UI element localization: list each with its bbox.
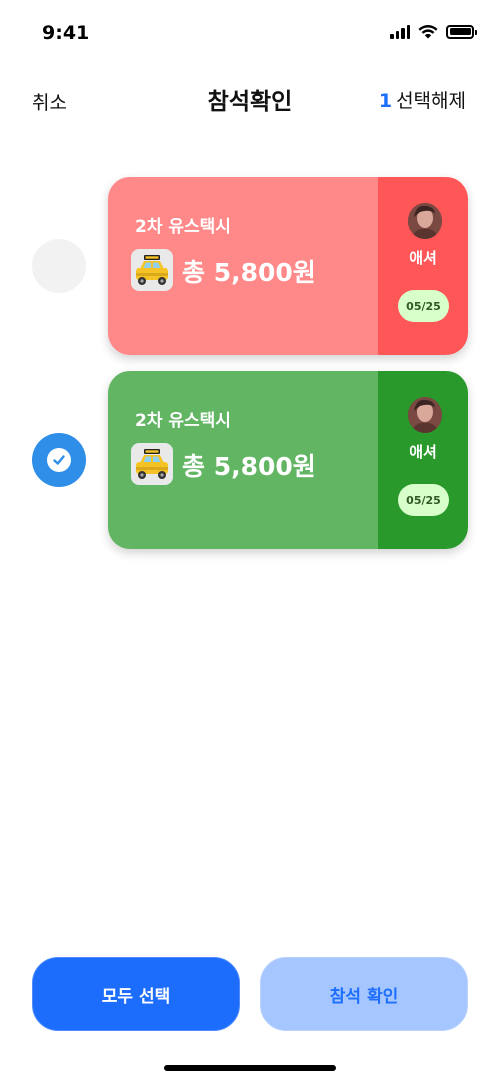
card-side: 애셔 05/25 — [378, 371, 468, 549]
card-title: 2차 유스택시 — [135, 217, 231, 237]
date-badge: 05/25 — [398, 290, 449, 322]
taxi-icon — [131, 249, 173, 291]
select-radio-unchecked[interactable] — [32, 239, 86, 293]
select-radio-checked[interactable] — [32, 433, 86, 487]
status-time: 9:41 — [42, 22, 90, 44]
list-item: 2차 유스택시 총 5,800원 애셔 05/25 — [0, 177, 500, 355]
card-main: 2차 유스택시 총 5,800원 — [108, 371, 378, 549]
avatar — [408, 397, 442, 433]
selected-count: 1 — [378, 90, 393, 112]
status-bar: 9:41 — [0, 0, 500, 66]
event-card[interactable]: 2차 유스택시 총 5,800원 애셔 05/25 — [108, 371, 468, 549]
host-name: 애셔 — [409, 249, 437, 267]
avatar — [408, 203, 442, 239]
home-indicator — [164, 1065, 336, 1071]
status-icons — [390, 24, 477, 39]
confirm-attendance-button[interactable]: 참석 확인 — [260, 957, 468, 1031]
card-amount: 총 5,800원 — [182, 452, 316, 481]
card-main: 2차 유스택시 총 5,800원 — [108, 177, 378, 355]
wifi-icon — [418, 25, 438, 39]
deselect-label: 선택해제 — [396, 90, 466, 112]
select-all-button[interactable]: 모두 선택 — [32, 957, 240, 1031]
header: 취소 참석확인 1 선택해제 — [0, 80, 500, 120]
deselect-button[interactable]: 1 선택해제 — [379, 86, 466, 113]
signal-icon — [390, 24, 410, 39]
list-item: 2차 유스택시 총 5,800원 애셔 05/25 — [0, 371, 500, 549]
event-card[interactable]: 2차 유스택시 총 5,800원 애셔 05/25 — [108, 177, 468, 355]
battery-icon — [446, 24, 477, 39]
card-title: 2차 유스택시 — [135, 411, 231, 431]
check-icon — [47, 448, 71, 472]
date-badge: 05/25 — [398, 484, 449, 516]
card-side: 애셔 05/25 — [378, 177, 468, 355]
host-name: 애셔 — [409, 443, 437, 461]
taxi-icon — [131, 443, 173, 485]
card-amount: 총 5,800원 — [182, 258, 316, 287]
